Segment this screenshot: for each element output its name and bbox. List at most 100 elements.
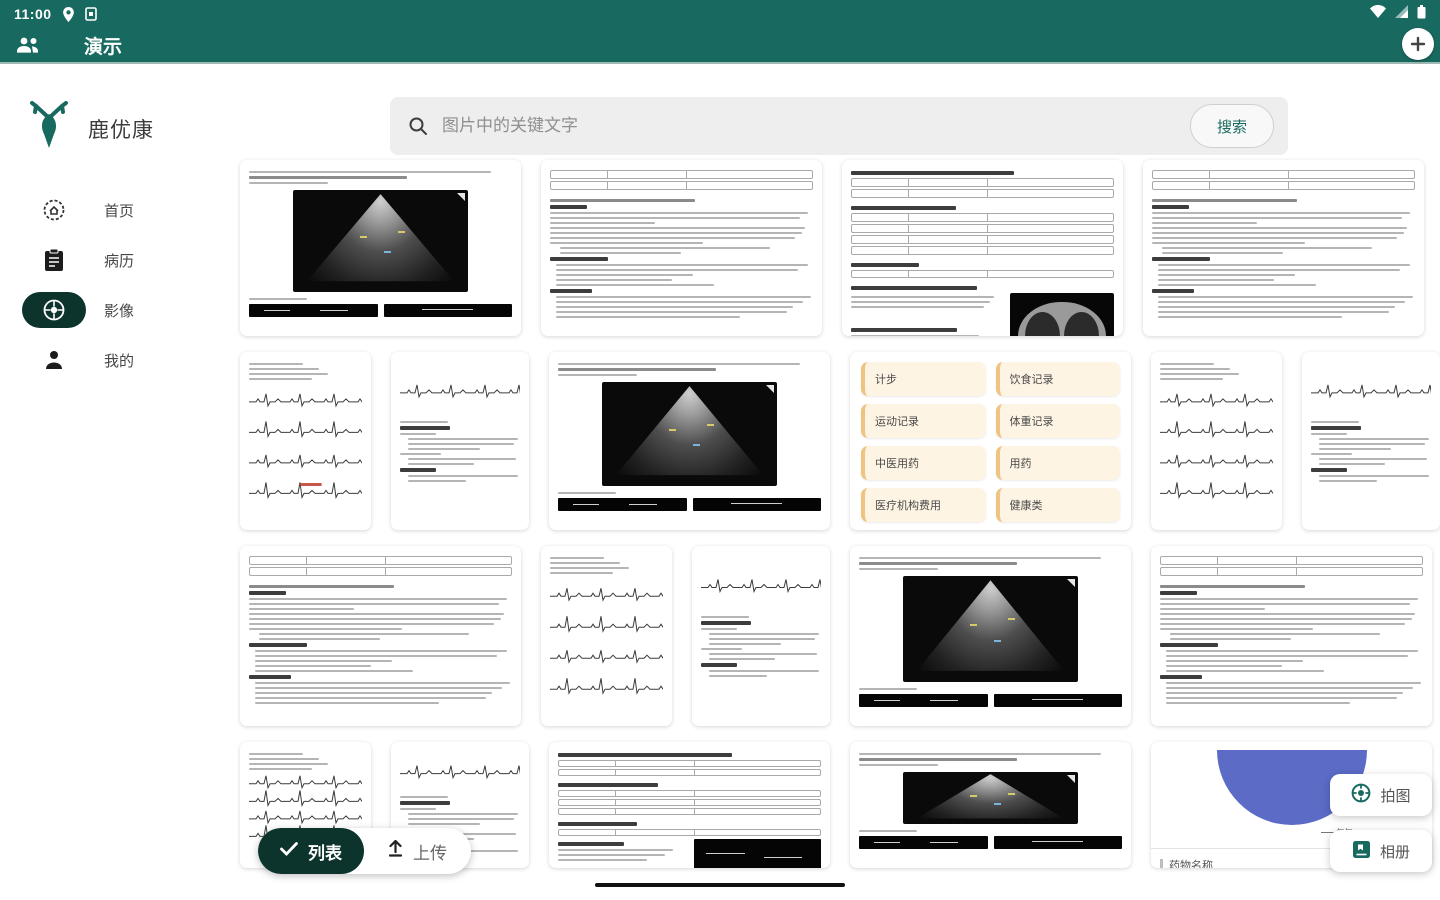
skeleton-line <box>249 768 312 770</box>
skeleton-line <box>249 643 307 647</box>
ultrasound-image <box>602 382 776 486</box>
skeleton-line <box>558 842 624 846</box>
album-label: 相册 <box>1380 841 1410 862</box>
table-row <box>558 769 821 776</box>
skeleton-line <box>1166 697 1397 699</box>
table-row <box>851 270 1114 278</box>
skeleton-line <box>709 643 781 645</box>
skeleton-line <box>408 818 514 820</box>
categories-thumbnail[interactable]: 计步饮食记录运动记录体重记录中医用药用药医疗机构费用健康类 <box>850 352 1131 530</box>
skeleton-line <box>1319 448 1391 450</box>
skeleton-line <box>709 653 817 655</box>
textdoc-thumbnail[interactable] <box>541 160 822 336</box>
skeleton-line <box>1319 480 1377 482</box>
ecg-thumbnail[interactable] <box>240 352 371 530</box>
skeleton-line <box>701 616 749 618</box>
skeleton-line <box>859 830 917 832</box>
skeleton-line <box>249 598 507 600</box>
skeleton-line <box>249 171 491 173</box>
people-icon[interactable] <box>16 36 42 54</box>
skeleton-line <box>558 849 673 851</box>
skeleton-line <box>249 758 319 760</box>
ecgreport-thumbnail[interactable] <box>1302 352 1440 530</box>
category-button: 饮食记录 <box>996 362 1121 396</box>
category-button: 用药 <box>996 446 1121 480</box>
skeleton-line <box>1160 368 1230 370</box>
skeleton-line <box>249 591 286 595</box>
sidebar-item-label: 病历 <box>104 250 134 271</box>
table-row <box>851 178 1114 187</box>
skeleton-line <box>709 633 819 635</box>
tabledoc-thumbnail[interactable] <box>549 742 830 868</box>
screenshot-icon <box>85 7 97 21</box>
ecgreport-thumbnail[interactable] <box>391 352 529 530</box>
skeleton-line <box>550 205 587 209</box>
skeleton-line <box>1160 363 1214 365</box>
skeleton-line <box>1158 274 1295 276</box>
skeleton-line <box>1160 373 1239 375</box>
sidebar-item-imaging[interactable]: 影像 <box>0 285 235 335</box>
ecg-waveform <box>249 383 362 505</box>
skeleton-line <box>558 783 658 787</box>
sidebar-item-mine[interactable]: 我的 <box>0 335 235 385</box>
table-row <box>558 829 821 836</box>
ultrasound-image <box>293 190 467 292</box>
ultrasound-thumbnail[interactable] <box>850 742 1131 868</box>
skeleton-line <box>556 284 714 286</box>
skeleton-line <box>1152 237 1397 239</box>
table-row <box>558 799 821 806</box>
textdoc-thumbnail[interactable] <box>1143 160 1424 336</box>
skeleton-line <box>249 623 494 625</box>
textdoc-thumbnail[interactable] <box>1151 546 1432 726</box>
ecg-thumbnail[interactable] <box>541 546 672 726</box>
list-view-button[interactable]: 列表 <box>258 828 364 874</box>
skeleton-line <box>1160 628 1313 630</box>
search-button[interactable]: 搜索 <box>1190 104 1274 148</box>
sidebar-item-home[interactable]: 首页 <box>0 185 235 235</box>
skeleton-line <box>249 608 354 610</box>
measurement-strips <box>859 694 1122 707</box>
upload-button[interactable]: 上传 <box>364 828 471 874</box>
textdoc-thumbnail[interactable] <box>240 546 521 726</box>
skeleton-line <box>851 328 957 332</box>
ultrasound-thumbnail[interactable] <box>549 352 830 530</box>
skeleton-line <box>408 443 514 445</box>
skeleton-line <box>1160 613 1415 615</box>
category-grid: 计步饮食记录运动记录体重记录中医用药用药医疗机构费用健康类 <box>859 360 1122 524</box>
search-icon <box>408 116 428 136</box>
skeleton-line <box>550 222 655 224</box>
gesture-navigation-bar[interactable] <box>595 883 845 887</box>
skeleton-line <box>1166 665 1282 667</box>
table-row <box>558 790 821 797</box>
sidebar-item-records[interactable]: 病历 <box>0 235 235 285</box>
skeleton-line <box>550 212 808 214</box>
skeleton-line <box>550 289 592 293</box>
table-row <box>851 235 1114 244</box>
skeleton-line <box>1158 311 1389 313</box>
take-photo-label: 拍图 <box>1380 785 1410 806</box>
skeleton-line <box>249 585 394 588</box>
album-button[interactable]: 相册 <box>1330 830 1432 872</box>
skeleton-line <box>859 557 1101 559</box>
skeleton-line <box>408 463 474 465</box>
skeleton-line <box>1319 463 1385 465</box>
sidebar-item-label: 首页 <box>104 200 134 221</box>
battery-icon <box>1417 5 1426 24</box>
add-button[interactable] <box>1402 28 1434 60</box>
skeleton-line <box>1319 458 1427 460</box>
skeleton-line <box>556 296 811 298</box>
take-photo-button[interactable]: 拍图 <box>1330 774 1432 816</box>
ecg-thumbnail[interactable] <box>1151 352 1282 530</box>
ultrasound-thumbnail[interactable] <box>850 546 1131 726</box>
skeleton-line <box>1158 264 1410 266</box>
ultrasound-thumbnail[interactable] <box>240 160 521 336</box>
image-gallery: 计步饮食记录运动记录体重记录中医用药用药医疗机构费用健康类 氧气 药物名称 <box>240 160 1440 884</box>
skeleton-line <box>558 492 616 494</box>
ctreport-thumbnail[interactable] <box>842 160 1123 336</box>
table-row <box>1160 556 1423 565</box>
person-icon <box>22 342 86 378</box>
skeleton-line <box>249 618 501 620</box>
ecgreport-thumbnail[interactable] <box>692 546 830 726</box>
table-row <box>550 181 813 190</box>
search-input[interactable] <box>442 116 1190 136</box>
